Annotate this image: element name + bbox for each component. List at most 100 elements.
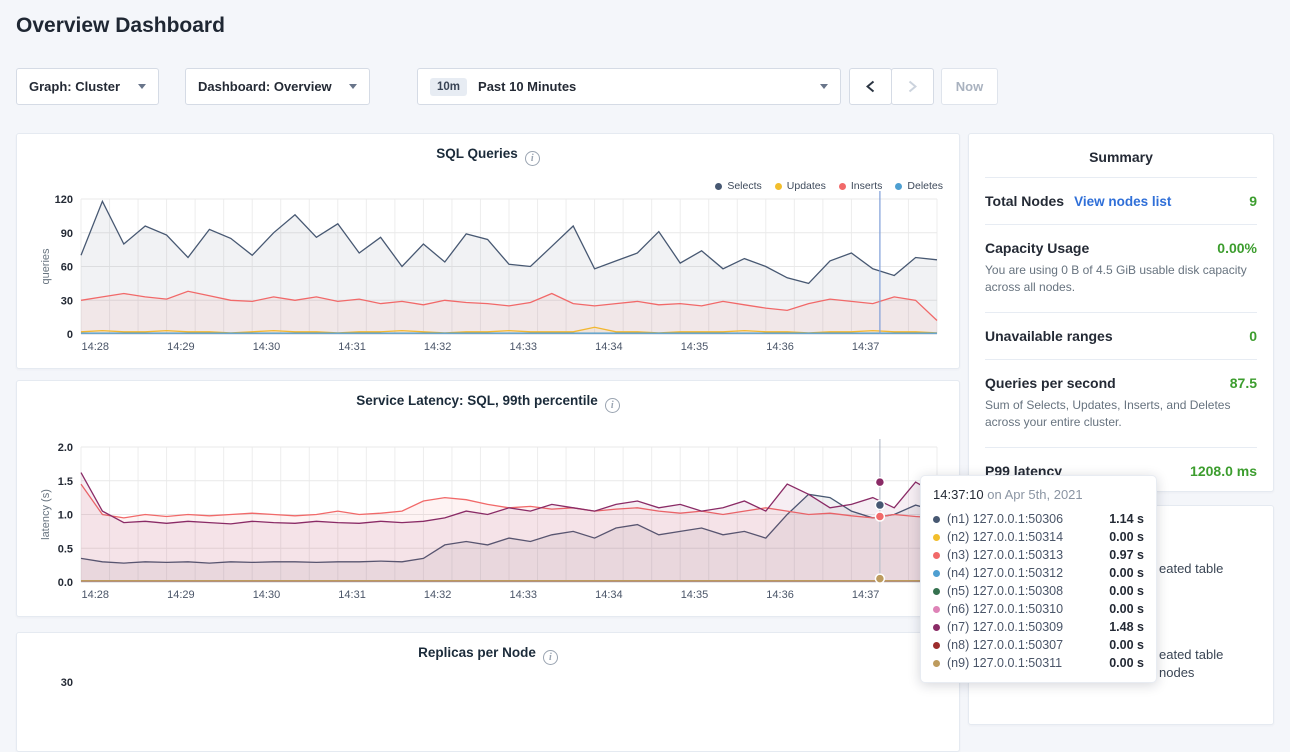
svg-text:14:34: 14:34: [595, 589, 623, 601]
event-item[interactable]: nodes: [1159, 665, 1194, 680]
svg-text:14:33: 14:33: [510, 589, 538, 601]
tooltip-row: (n3) 127.0.0.1:503130.97 s: [933, 546, 1144, 564]
svg-text:latency (s): latency (s): [40, 489, 52, 540]
tooltip-node-label: (n1) 127.0.0.1:50306: [947, 512, 1063, 526]
svg-text:14:36: 14:36: [766, 341, 794, 353]
capacity-desc: You are using 0 B of 4.5 GiB usable disk…: [985, 262, 1257, 297]
summary-qps: Queries per second 87.5 Sum of Selects, …: [985, 359, 1257, 447]
event-item[interactable]: eated table: [1159, 647, 1223, 662]
svg-text:90: 90: [61, 228, 73, 240]
series-color-dot: [933, 552, 940, 559]
page-title: Overview Dashboard: [16, 14, 225, 38]
svg-text:1.5: 1.5: [58, 476, 73, 488]
tooltip-node-value: 1.14 s: [1109, 512, 1144, 526]
tooltip-node-label: (n4) 127.0.0.1:50312: [947, 566, 1063, 580]
now-button[interactable]: Now: [941, 68, 998, 105]
time-prev-button[interactable]: [849, 68, 892, 105]
graph-dropdown-label: Graph: Cluster: [29, 79, 120, 94]
svg-text:14:37: 14:37: [852, 341, 880, 353]
event-item[interactable]: eated table: [1159, 561, 1223, 576]
tooltip-node-label: (n8) 127.0.0.1:50307: [947, 638, 1063, 652]
service-latency-card: Service Latency: SQL, 99th percentilei 0…: [16, 380, 960, 617]
tooltip-timestamp: 14:37:10 on Apr 5th, 2021: [933, 487, 1144, 502]
svg-text:14:32: 14:32: [424, 589, 452, 601]
series-color-dot: [933, 588, 940, 595]
svg-text:14:29: 14:29: [167, 589, 195, 601]
svg-text:1.0: 1.0: [58, 510, 73, 522]
svg-text:0: 0: [67, 329, 73, 341]
time-range-selector[interactable]: 10m Past 10 Minutes: [417, 68, 841, 105]
svg-text:60: 60: [61, 262, 73, 274]
tooltip-row: (n8) 127.0.0.1:503070.00 s: [933, 636, 1144, 654]
sql-queries-chart[interactable]: 030609012014:2814:2914:3014:3114:3214:33…: [17, 134, 961, 370]
chevron-left-icon: [866, 80, 875, 93]
unavailable-ranges-label: Unavailable ranges: [985, 328, 1113, 344]
qps-label: Queries per second: [985, 375, 1116, 391]
tooltip-node-label: (n3) 127.0.0.1:50313: [947, 548, 1063, 562]
svg-text:14:29: 14:29: [167, 341, 195, 353]
svg-text:14:35: 14:35: [681, 589, 709, 601]
svg-text:14:30: 14:30: [253, 589, 281, 601]
chart-tooltip: 14:37:10 on Apr 5th, 2021 (n1) 127.0.0.1…: [920, 475, 1157, 683]
svg-text:14:30: 14:30: [253, 341, 281, 353]
replicas-per-node-title: Replicas per Node i: [17, 645, 959, 665]
info-icon[interactable]: i: [543, 650, 558, 665]
unavailable-ranges-value: 0: [1249, 328, 1257, 344]
tooltip-node-value: 0.00 s: [1109, 602, 1144, 616]
time-range-badge: 10m: [430, 78, 467, 96]
tooltip-node-value: 0.00 s: [1109, 566, 1144, 580]
tooltip-node-value: 0.00 s: [1109, 584, 1144, 598]
tooltip-node-value: 0.00 s: [1109, 530, 1144, 544]
svg-text:14:36: 14:36: [766, 589, 794, 601]
tooltip-time: 14:37:10: [933, 487, 984, 502]
chevron-down-icon: [820, 84, 828, 89]
total-nodes-label: Total Nodes: [985, 193, 1064, 209]
chevron-down-icon: [349, 84, 357, 89]
tooltip-node-value: 0.00 s: [1109, 656, 1144, 670]
svg-text:14:32: 14:32: [424, 341, 452, 353]
series-color-dot: [933, 534, 940, 541]
tooltip-row: (n9) 127.0.0.1:503110.00 s: [933, 654, 1144, 672]
qps-desc: Sum of Selects, Updates, Inserts, and De…: [985, 397, 1257, 432]
summary-capacity: Capacity Usage 0.00% You are using 0 B o…: [985, 224, 1257, 312]
tooltip-node-label: (n2) 127.0.0.1:50314: [947, 530, 1063, 544]
svg-text:14:34: 14:34: [595, 341, 623, 353]
series-color-dot: [933, 660, 940, 667]
dashboard-dropdown[interactable]: Dashboard: Overview: [185, 68, 370, 105]
summary-total-nodes: Total Nodes View nodes list 9: [985, 177, 1257, 224]
series-color-dot: [933, 606, 940, 613]
svg-text:120: 120: [55, 194, 73, 206]
series-color-dot: [933, 624, 940, 631]
tooltip-node-label: (n7) 127.0.0.1:50309: [947, 620, 1063, 634]
tooltip-row: (n5) 127.0.0.1:503080.00 s: [933, 582, 1144, 600]
sql-queries-card: SQL Queriesi SelectsUpdatesInsertsDelete…: [16, 133, 960, 369]
series-color-dot: [933, 516, 940, 523]
service-latency-chart[interactable]: 0.00.51.01.52.014:2814:2914:3014:3114:32…: [17, 381, 961, 618]
qps-value: 87.5: [1230, 375, 1257, 391]
svg-text:2.0: 2.0: [58, 442, 73, 454]
svg-text:14:31: 14:31: [338, 341, 366, 353]
chevron-right-icon: [908, 80, 917, 93]
svg-text:0.5: 0.5: [58, 543, 73, 555]
time-next-button[interactable]: [891, 68, 934, 105]
svg-text:0.0: 0.0: [58, 577, 73, 589]
tooltip-row: (n2) 127.0.0.1:50314 0.00 s: [933, 528, 1144, 546]
tooltip-node-label: (n6) 127.0.0.1:50310: [947, 602, 1063, 616]
dashboard-dropdown-label: Dashboard: Overview: [198, 79, 332, 94]
svg-text:14:31: 14:31: [338, 589, 366, 601]
capacity-value: 0.00%: [1217, 240, 1257, 256]
chevron-down-icon: [138, 84, 146, 89]
chart-title-text: Replicas per Node: [418, 645, 536, 660]
tooltip-row: (n1) 127.0.0.1:50306 1.14 s: [933, 510, 1144, 528]
replicas-per-node-card: Replicas per Node i 30: [16, 632, 960, 752]
time-range-label: Past 10 Minutes: [478, 79, 576, 94]
view-nodes-list-link[interactable]: View nodes list: [1074, 194, 1171, 209]
series-color-dot: [933, 570, 940, 577]
y-axis-tick: 30: [57, 677, 73, 689]
tooltip-date: on Apr 5th, 2021: [987, 487, 1082, 502]
tooltip-row: (n7) 127.0.0.1:503091.48 s: [933, 618, 1144, 636]
tooltip-row: (n6) 127.0.0.1:50310 0.00 s: [933, 600, 1144, 618]
series-color-dot: [933, 642, 940, 649]
summary-title: Summary: [985, 134, 1257, 177]
graph-dropdown[interactable]: Graph: Cluster: [16, 68, 159, 105]
